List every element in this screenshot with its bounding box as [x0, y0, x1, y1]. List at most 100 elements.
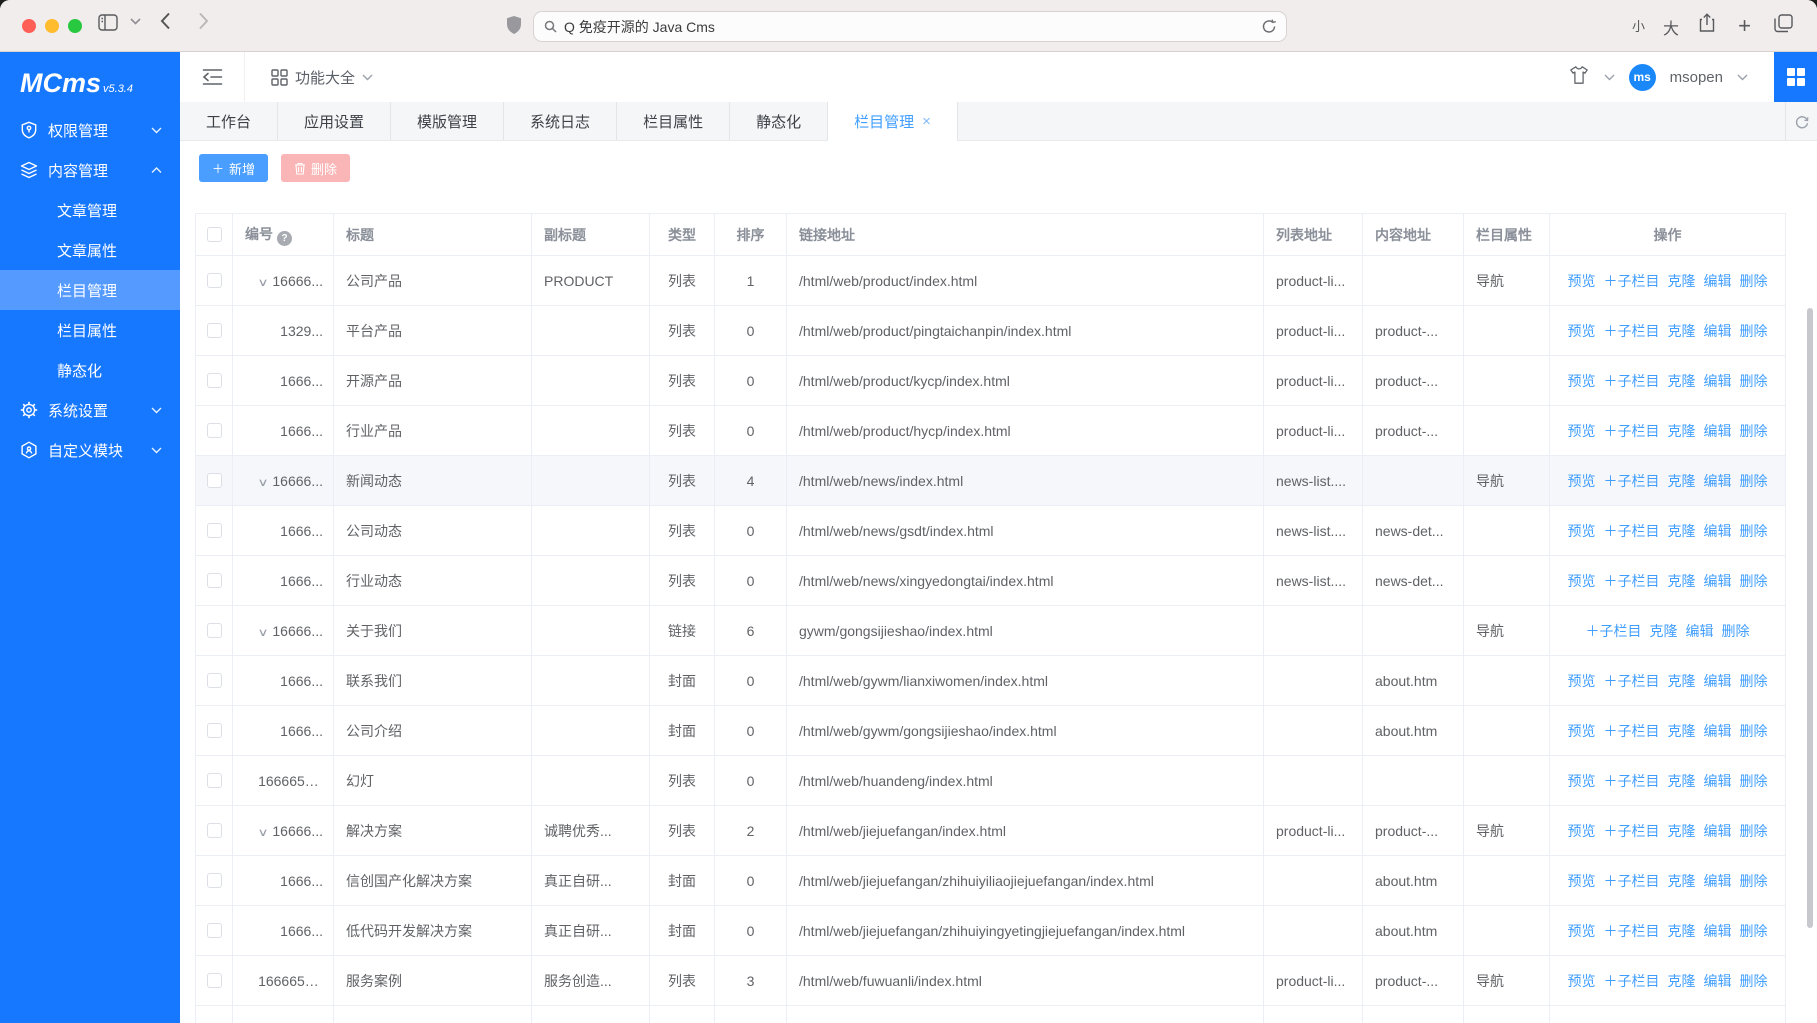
action-link[interactable]: 预览 — [1568, 423, 1596, 439]
sidebar-item-column-attributes[interactable]: 栏目属性 — [0, 310, 180, 350]
action-link[interactable]: 预览 — [1568, 523, 1596, 539]
action-link[interactable]: 删除 — [1740, 823, 1768, 839]
reload-icon[interactable] — [1262, 19, 1276, 34]
forward-button[interactable] — [198, 12, 209, 30]
action-link[interactable]: 克隆 — [1668, 923, 1696, 939]
action-link[interactable]: ＋子栏目 — [1604, 473, 1660, 489]
row-checkbox[interactable] — [207, 523, 222, 538]
action-link[interactable]: 编辑 — [1704, 773, 1732, 789]
refresh-tab-button[interactable] — [1785, 102, 1817, 141]
action-link[interactable]: 克隆 — [1668, 723, 1696, 739]
action-link[interactable]: 克隆 — [1668, 423, 1696, 439]
action-link[interactable]: 编辑 — [1686, 623, 1714, 639]
action-link[interactable]: 预览 — [1568, 473, 1596, 489]
tab-item-0[interactable]: 工作台 — [180, 102, 278, 140]
add-button[interactable]: ＋ 新增 — [199, 154, 268, 182]
chevron-down-icon[interactable] — [130, 18, 141, 25]
sidebar-item-article-management[interactable]: 文章管理 — [0, 190, 180, 230]
chevron-down-icon[interactable] — [1737, 74, 1748, 81]
close-window-button[interactable] — [22, 19, 36, 33]
fullscreen-window-button[interactable] — [68, 19, 82, 33]
sidebar-item-column-management[interactable]: 栏目管理 — [0, 270, 180, 310]
action-link[interactable]: 编辑 — [1704, 973, 1732, 989]
action-link[interactable]: 克隆 — [1668, 873, 1696, 889]
avatar[interactable]: ms — [1629, 64, 1656, 91]
back-button[interactable] — [160, 12, 171, 30]
table-scrollbar[interactable] — [1807, 308, 1813, 928]
tab-item-6[interactable]: 栏目管理× — [828, 102, 958, 141]
action-link[interactable]: 删除 — [1740, 873, 1768, 889]
action-link[interactable]: 克隆 — [1668, 673, 1696, 689]
action-link[interactable]: 预览 — [1568, 773, 1596, 789]
action-link[interactable]: 预览 — [1568, 673, 1596, 689]
sidebar-item-system-settings[interactable]: 系统设置 — [0, 390, 180, 430]
privacy-shield-icon[interactable] — [506, 15, 522, 35]
action-link[interactable]: 删除 — [1740, 773, 1768, 789]
action-link[interactable]: 克隆 — [1668, 823, 1696, 839]
action-link[interactable]: 编辑 — [1704, 373, 1732, 389]
action-link[interactable]: ＋子栏目 — [1586, 623, 1642, 639]
action-link[interactable]: 编辑 — [1704, 573, 1732, 589]
sidebar-toggle-icon[interactable] — [98, 14, 118, 31]
minimize-window-button[interactable] — [45, 19, 59, 33]
new-tab-icon[interactable]: + — [1738, 13, 1751, 39]
action-link[interactable]: ＋子栏目 — [1604, 823, 1660, 839]
row-checkbox[interactable] — [207, 923, 222, 938]
action-link[interactable]: 预览 — [1568, 573, 1596, 589]
action-link[interactable]: ＋子栏目 — [1604, 373, 1660, 389]
row-checkbox[interactable] — [207, 423, 222, 438]
action-link[interactable]: ＋子栏目 — [1604, 573, 1660, 589]
expand-caret-icon[interactable]: ∨ — [258, 826, 269, 839]
action-link[interactable]: 预览 — [1568, 373, 1596, 389]
action-link[interactable]: 克隆 — [1668, 273, 1696, 289]
row-checkbox[interactable] — [207, 723, 222, 738]
sidebar-item-permissions[interactable]: 权限管理 — [0, 110, 180, 150]
action-link[interactable]: 编辑 — [1704, 423, 1732, 439]
action-link[interactable]: 克隆 — [1668, 473, 1696, 489]
action-link[interactable]: 编辑 — [1704, 723, 1732, 739]
action-link[interactable]: 预览 — [1568, 973, 1596, 989]
action-link[interactable]: 预览 — [1568, 823, 1596, 839]
action-link[interactable]: 编辑 — [1704, 523, 1732, 539]
row-checkbox[interactable] — [207, 773, 222, 788]
chevron-down-icon[interactable] — [1604, 74, 1615, 81]
action-link[interactable]: ＋子栏目 — [1604, 523, 1660, 539]
action-link[interactable]: 预览 — [1568, 723, 1596, 739]
row-checkbox[interactable] — [207, 623, 222, 638]
action-link[interactable]: 编辑 — [1704, 923, 1732, 939]
expand-caret-icon[interactable]: ∨ — [258, 476, 269, 489]
action-link[interactable]: 克隆 — [1668, 573, 1696, 589]
action-link[interactable]: ＋子栏目 — [1604, 773, 1660, 789]
action-link[interactable]: ＋子栏目 — [1604, 723, 1660, 739]
tab-item-2[interactable]: 模版管理 — [391, 102, 504, 140]
action-link[interactable]: ＋子栏目 — [1604, 273, 1660, 289]
action-link[interactable]: 删除 — [1722, 623, 1750, 639]
action-link[interactable]: 克隆 — [1650, 623, 1678, 639]
row-checkbox[interactable] — [207, 323, 222, 338]
help-icon[interactable]: ? — [277, 231, 292, 246]
tab-close-icon[interactable]: × — [922, 114, 931, 129]
expand-caret-icon[interactable]: ∨ — [258, 276, 269, 289]
action-link[interactable]: 删除 — [1740, 523, 1768, 539]
action-link[interactable]: 预览 — [1568, 873, 1596, 889]
action-link[interactable]: 编辑 — [1704, 823, 1732, 839]
collapse-sidebar-icon[interactable] — [180, 52, 245, 102]
action-link[interactable]: ＋子栏目 — [1604, 923, 1660, 939]
action-link[interactable]: 删除 — [1740, 473, 1768, 489]
theme-tshirt-icon[interactable] — [1568, 65, 1590, 90]
row-checkbox[interactable] — [207, 373, 222, 388]
action-link[interactable]: ＋子栏目 — [1604, 973, 1660, 989]
action-link[interactable]: 删除 — [1740, 423, 1768, 439]
action-link[interactable]: 删除 — [1740, 373, 1768, 389]
address-bar[interactable]: Q 免疫开源的 Java Cms — [533, 11, 1287, 42]
share-icon[interactable] — [1699, 13, 1715, 33]
action-link[interactable]: 删除 — [1740, 923, 1768, 939]
action-link[interactable]: ＋子栏目 — [1604, 673, 1660, 689]
row-checkbox[interactable] — [207, 573, 222, 588]
row-checkbox[interactable] — [207, 823, 222, 838]
tab-item-4[interactable]: 栏目属性 — [617, 102, 730, 140]
tab-overview-icon[interactable] — [1774, 14, 1793, 33]
expand-caret-icon[interactable]: ∨ — [258, 626, 269, 639]
tab-item-3[interactable]: 系统日志 — [504, 102, 617, 140]
row-checkbox[interactable] — [207, 273, 222, 288]
